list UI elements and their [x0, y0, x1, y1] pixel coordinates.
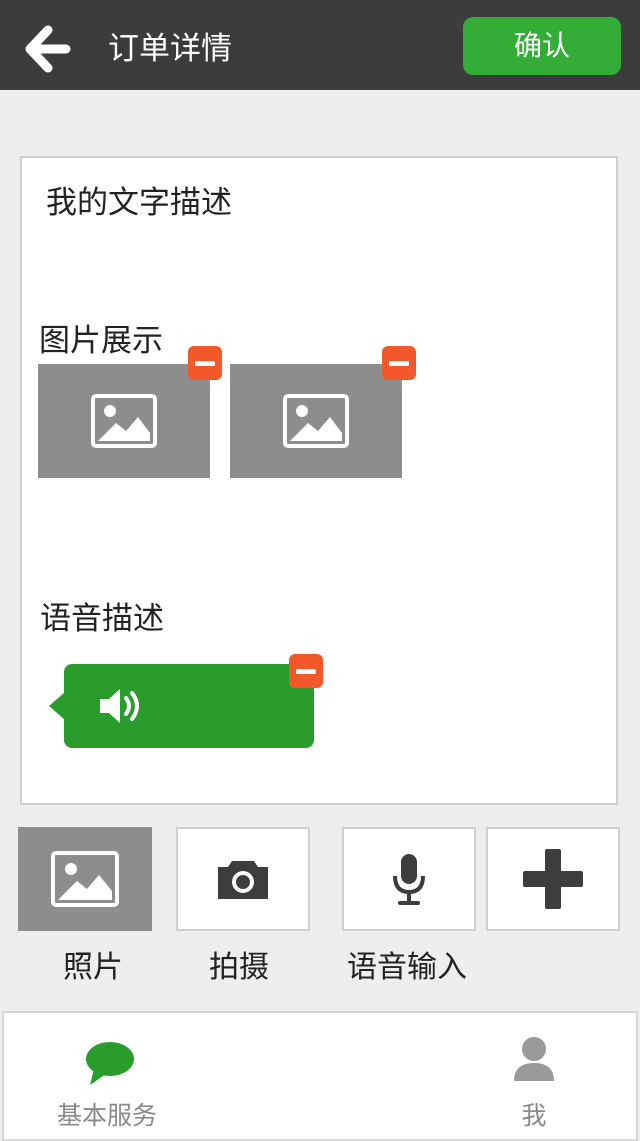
tab-basic-service[interactable]: 基本服务 — [7, 1013, 207, 1138]
back-button[interactable] — [24, 24, 72, 74]
microphone-icon — [393, 854, 425, 905]
bottom-tab-bar: 基本服务 我 — [2, 1011, 638, 1141]
voice-input-tool-label: 语音输入 — [347, 950, 467, 985]
confirm-button[interactable]: 确认 — [463, 17, 621, 75]
camera-tool-button[interactable] — [176, 827, 310, 931]
tab-me-label: 我 — [521, 1101, 547, 1130]
add-tool-button[interactable] — [486, 827, 620, 931]
images-section-title: 图片展示 — [39, 323, 163, 359]
voice-message-bubble[interactable] — [49, 664, 314, 748]
page-title: 订单详情 — [108, 31, 232, 67]
minus-icon — [296, 668, 316, 674]
voice-section-title: 语音描述 — [40, 601, 164, 637]
voice-input-tool-button[interactable] — [342, 827, 476, 931]
arrow-left-icon — [25, 25, 71, 73]
app-header: 订单详情 确认 — [0, 0, 640, 90]
image-icon — [51, 851, 119, 907]
remove-voice-button[interactable] — [289, 654, 323, 688]
speaker-icon — [100, 689, 139, 723]
order-detail-card: 我的文字描述 图片展示 语音描述 — [20, 156, 618, 805]
image-placeholder-icon — [283, 394, 349, 448]
photo-tool-button[interactable] — [18, 827, 152, 931]
tab-me[interactable]: 我 — [434, 1013, 634, 1138]
image-thumbnail-1[interactable] — [38, 364, 210, 478]
photo-tool-label: 照片 — [63, 950, 123, 985]
user-icon — [514, 1037, 554, 1081]
image-thumbnail-2[interactable] — [230, 364, 402, 478]
chat-bubble-icon — [86, 1042, 134, 1085]
text-description: 我的文字描述 — [46, 185, 232, 221]
plus-icon — [523, 849, 583, 909]
image-placeholder-icon — [91, 394, 157, 448]
tab-basic-service-label: 基本服务 — [56, 1101, 157, 1130]
minus-icon — [389, 360, 409, 366]
remove-image-1-button[interactable] — [188, 346, 222, 380]
camera-tool-label: 拍摄 — [209, 950, 269, 985]
camera-icon — [218, 861, 268, 899]
minus-icon — [195, 360, 215, 366]
remove-image-2-button[interactable] — [382, 346, 416, 380]
